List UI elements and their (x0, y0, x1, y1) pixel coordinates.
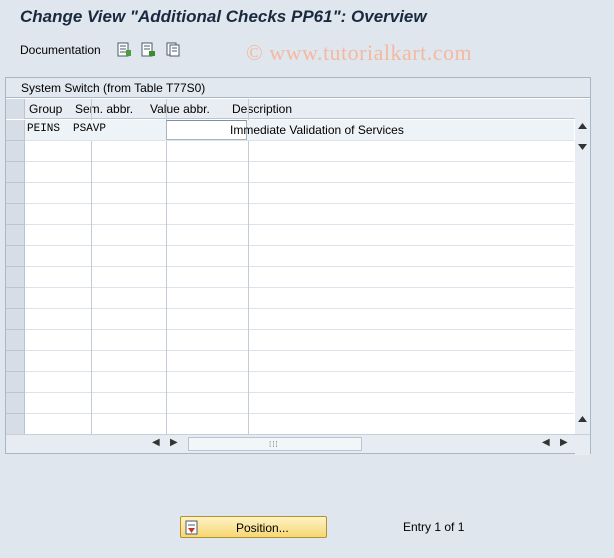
table-row-empty[interactable] (25, 309, 574, 330)
row-selector[interactable] (6, 162, 25, 183)
table-row-empty[interactable] (25, 141, 574, 162)
column-divider (248, 99, 249, 434)
horizontal-scrollbar[interactable]: ◀ ▶ ⁞⁞⁞ ◀ ▶ (6, 434, 590, 453)
column-header-description[interactable]: Description (232, 102, 292, 116)
scroll-down-icon[interactable] (578, 144, 587, 150)
row-selector[interactable] (6, 393, 25, 414)
column-header-value-abbr[interactable]: Value abbr. (150, 102, 210, 116)
scroll-grip-icon[interactable]: ⁞⁞⁞ (269, 440, 279, 449)
column-header-sem-abbr[interactable]: Sem. abbr. (75, 102, 133, 116)
column-divider (166, 99, 167, 434)
table-row-empty[interactable] (25, 372, 574, 393)
column-divider (91, 99, 92, 434)
row-selector[interactable] (6, 183, 25, 204)
table-row-empty[interactable] (25, 288, 574, 309)
select-all-cell[interactable] (6, 99, 25, 119)
scroll-up-icon[interactable] (578, 123, 587, 129)
new-entries-icon[interactable] (141, 42, 156, 57)
column-header-group[interactable]: Group (29, 102, 62, 116)
cell-group: PEINS (27, 123, 61, 135)
scroll-up-bottom-icon[interactable] (578, 416, 587, 422)
table-row-empty[interactable] (25, 162, 574, 183)
row-selector[interactable] (6, 246, 25, 267)
vertical-scrollbar[interactable] (575, 99, 590, 455)
scroll-right-end-icon[interactable]: ▶ (560, 437, 568, 448)
watermark: © www.tutorialkart.com (246, 40, 473, 65)
row-selector[interactable] (6, 309, 25, 330)
position-button[interactable]: Position... (180, 516, 327, 538)
table-row-empty[interactable] (25, 414, 574, 435)
table-row-empty[interactable] (25, 330, 574, 351)
table-row-empty[interactable] (25, 225, 574, 246)
detail-view-icon[interactable] (117, 42, 132, 57)
row-selector[interactable] (6, 414, 25, 435)
cell-sem-abbr: PSAVP (73, 123, 107, 135)
row-selector[interactable] (6, 372, 25, 393)
scroll-right-icon[interactable]: ▶ (170, 437, 178, 448)
scroll-left-end-icon[interactable]: ◀ (542, 437, 550, 448)
panel-title: System Switch (from Table T77S0) (21, 81, 206, 95)
panel-header: System Switch (from Table T77S0) (6, 78, 590, 98)
table-row-empty[interactable] (25, 183, 574, 204)
table-row-empty[interactable] (25, 267, 574, 288)
row-selector[interactable] (6, 351, 25, 372)
copy-as-icon[interactable] (165, 42, 180, 57)
cell-description: Immediate Validation of Services (230, 123, 404, 137)
entry-counter: Entry 1 of 1 (403, 520, 465, 534)
documentation-button[interactable]: Documentation (20, 43, 101, 57)
scroll-left-icon[interactable]: ◀ (152, 437, 160, 448)
position-button-label: Position... (236, 521, 289, 535)
page-title: Change View "Additional Checks PP61": Ov… (20, 7, 427, 26)
table-row[interactable]: PEINS PSAVP Immediate Validation of Serv… (25, 120, 574, 141)
title-bar: Change View "Additional Checks PP61": Ov… (0, 0, 614, 36)
table-row-empty[interactable] (25, 246, 574, 267)
table-row-empty[interactable] (25, 204, 574, 225)
row-selector[interactable] (6, 288, 25, 309)
row-selector[interactable] (6, 267, 25, 288)
row-selector[interactable] (6, 204, 25, 225)
table-header: Group Sem. abbr. Value abbr. Description (6, 99, 590, 119)
table-row-empty[interactable] (25, 393, 574, 414)
row-selector[interactable] (6, 141, 25, 162)
row-selector[interactable] (6, 120, 25, 141)
row-selector[interactable] (6, 330, 25, 351)
row-selector[interactable] (6, 225, 25, 246)
position-icon (185, 520, 198, 535)
table-control: System Switch (from Table T77S0) Group S… (5, 77, 591, 455)
table-row-empty[interactable] (25, 351, 574, 372)
scroll-track[interactable]: ⁞⁞⁞ (188, 437, 362, 451)
